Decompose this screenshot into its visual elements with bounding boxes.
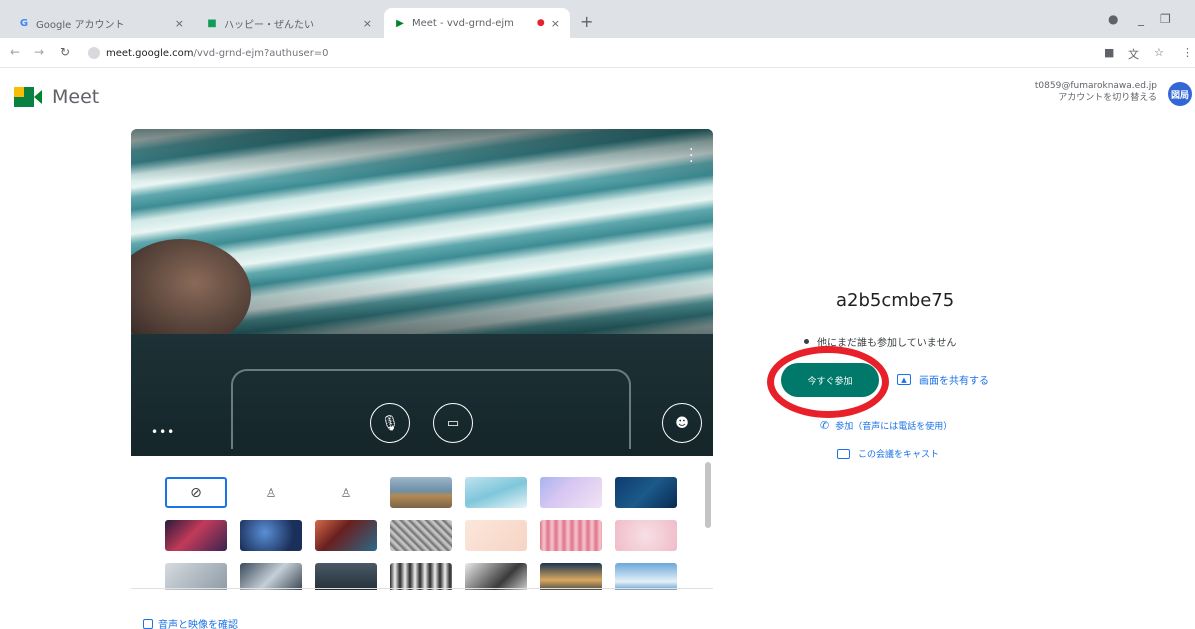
no-effect-icon: ⊘ [190, 484, 202, 501]
background-thumbnail[interactable] [540, 477, 602, 508]
person-background-icon: ☻ [675, 415, 689, 431]
meet-logo[interactable]: Meet [14, 86, 99, 108]
url-host: meet.google.com [106, 47, 194, 59]
translate-icon[interactable]: 文 [1128, 46, 1139, 62]
microphone-icon: 🎙 [380, 414, 400, 432]
phone-icon: ✆ [820, 419, 830, 432]
tab-google-account[interactable]: G Google アカウント × [8, 8, 194, 38]
background-thumbnail[interactable] [540, 520, 602, 551]
camera-icon: ▭ [446, 415, 460, 431]
meet-favicon-icon: ▶ [396, 17, 404, 29]
bookmark-star-icon[interactable]: ☆ [1154, 46, 1164, 59]
status-dot-icon [804, 339, 809, 344]
red-annotation-circle [767, 346, 889, 418]
tab-meet[interactable]: ▶ Meet - vvd-grnd-ejm ● × [384, 8, 570, 38]
background-thumbnail[interactable] [465, 477, 527, 508]
background-thumbnail[interactable] [165, 563, 227, 590]
camera-indicator-icon[interactable]: ■ [1104, 46, 1114, 59]
background-thumbnail[interactable] [615, 563, 677, 590]
present-screen-icon: ▲ [897, 374, 911, 385]
background-thumbnail[interactable] [615, 477, 677, 508]
background-effects-button[interactable]: ☻ [662, 403, 702, 443]
tab-close-icon[interactable]: × [363, 17, 372, 30]
background-thumbnail[interactable] [390, 477, 452, 508]
reload-icon[interactable]: ↻ [60, 45, 70, 59]
google-favicon-icon: G [19, 17, 29, 29]
tab-title: Meet - vvd-grnd-ejm [412, 17, 514, 29]
meeting-code: a2b5cmbe75 [836, 290, 955, 311]
effect-none-button[interactable]: ⊘ [165, 477, 227, 508]
background-thumbnail[interactable] [240, 563, 302, 590]
blur-icon: ♙ [340, 485, 352, 500]
present-label: 画面を共有する [919, 376, 989, 387]
background-thumbnail[interactable] [315, 520, 377, 551]
camera-toggle-button[interactable]: ▭ [433, 403, 473, 443]
browser-tab-bar: G Google アカウント × ■ ハッピー・ぜんたい × ▶ Meet - … [0, 0, 1195, 38]
effect-blur-button[interactable]: ♙ [315, 477, 377, 508]
cast-icon [837, 448, 850, 459]
new-tab-button[interactable]: + [580, 12, 593, 31]
background-thumbnail[interactable] [465, 520, 527, 551]
classroom-favicon-icon: ■ [207, 17, 217, 29]
background-thumbnail[interactable] [390, 520, 452, 551]
meet-title: Meet [52, 86, 100, 108]
microphone-toggle-button[interactable]: 🎙 [370, 403, 410, 443]
browser-toolbar: ← → ↻ meet.google.com /vvd-grnd-ejm?auth… [0, 38, 1195, 68]
preview-more-icon[interactable]: · · · [689, 143, 693, 169]
video-preview: · · · 🎙 ▭ ☻ ••• [131, 129, 713, 456]
account-email: t0859@fumaroknawa.ed.jp [1034, 81, 1157, 91]
background-effects-grid: ⊘ ♙ ♙ [131, 460, 713, 590]
switch-account-link[interactable]: アカウントを切り替える [1035, 92, 1157, 104]
effect-slight-blur-button[interactable]: ♙ [240, 477, 302, 508]
tab-close-icon[interactable]: × [551, 17, 560, 30]
more-options-icon[interactable]: ••• [151, 425, 175, 439]
cast-label: この会議をキャスト [858, 450, 940, 460]
lock-icon [88, 47, 100, 59]
tab-title: ハッピー・ぜんたい [224, 19, 314, 31]
background-thumbnail[interactable] [315, 563, 377, 590]
account-info: t0859@fumaroknawa.ed.jp アカウントを切り替える [1035, 80, 1157, 104]
meet-logo-icon [14, 87, 42, 107]
check-audio-video-label: 音声と映像を確認 [158, 620, 238, 629]
back-arrow-icon[interactable]: ← [10, 45, 20, 59]
address-bar[interactable]: meet.google.com /vvd-grnd-ejm?authuser=0 [88, 42, 1078, 64]
present-button[interactable]: ▲ 画面を共有する [897, 372, 989, 387]
restore-icon[interactable]: ❐ [1160, 12, 1171, 26]
minimize-icon[interactable]: _ [1138, 12, 1144, 26]
cast-meeting-link[interactable]: この会議をキャスト [837, 447, 939, 460]
background-thumbnail[interactable] [465, 563, 527, 590]
background-thumbnail[interactable] [240, 520, 302, 551]
background-thumbnail[interactable] [165, 520, 227, 551]
background-thumbnail[interactable] [540, 563, 602, 590]
phone-audio-label: 参加（音声には電話を使用） [835, 422, 953, 432]
profile-icon[interactable]: ● [1108, 12, 1118, 26]
checkup-icon [143, 618, 153, 629]
avatar[interactable]: 図局 [1168, 82, 1192, 106]
tab-happy[interactable]: ■ ハッピー・ぜんたい × [196, 8, 382, 38]
recording-dot-icon: ● [536, 18, 545, 28]
tab-title: Google アカウント [36, 19, 125, 31]
slight-blur-icon: ♙ [265, 485, 277, 500]
check-audio-video-link[interactable]: 音声と映像を確認 [143, 616, 238, 629]
menu-kebab-icon[interactable]: ⋮ [1182, 46, 1193, 59]
background-thumbnail[interactable] [615, 520, 677, 551]
url-path: /vvd-grnd-ejm?authuser=0 [193, 47, 329, 59]
background-thumbnail[interactable] [390, 563, 452, 590]
join-by-phone-link[interactable]: ✆ 参加（音声には電話を使用） [820, 419, 952, 432]
forward-arrow-icon[interactable]: → [34, 45, 44, 59]
effects-scrollbar[interactable] [705, 462, 711, 528]
tab-close-icon[interactable]: × [175, 17, 184, 30]
